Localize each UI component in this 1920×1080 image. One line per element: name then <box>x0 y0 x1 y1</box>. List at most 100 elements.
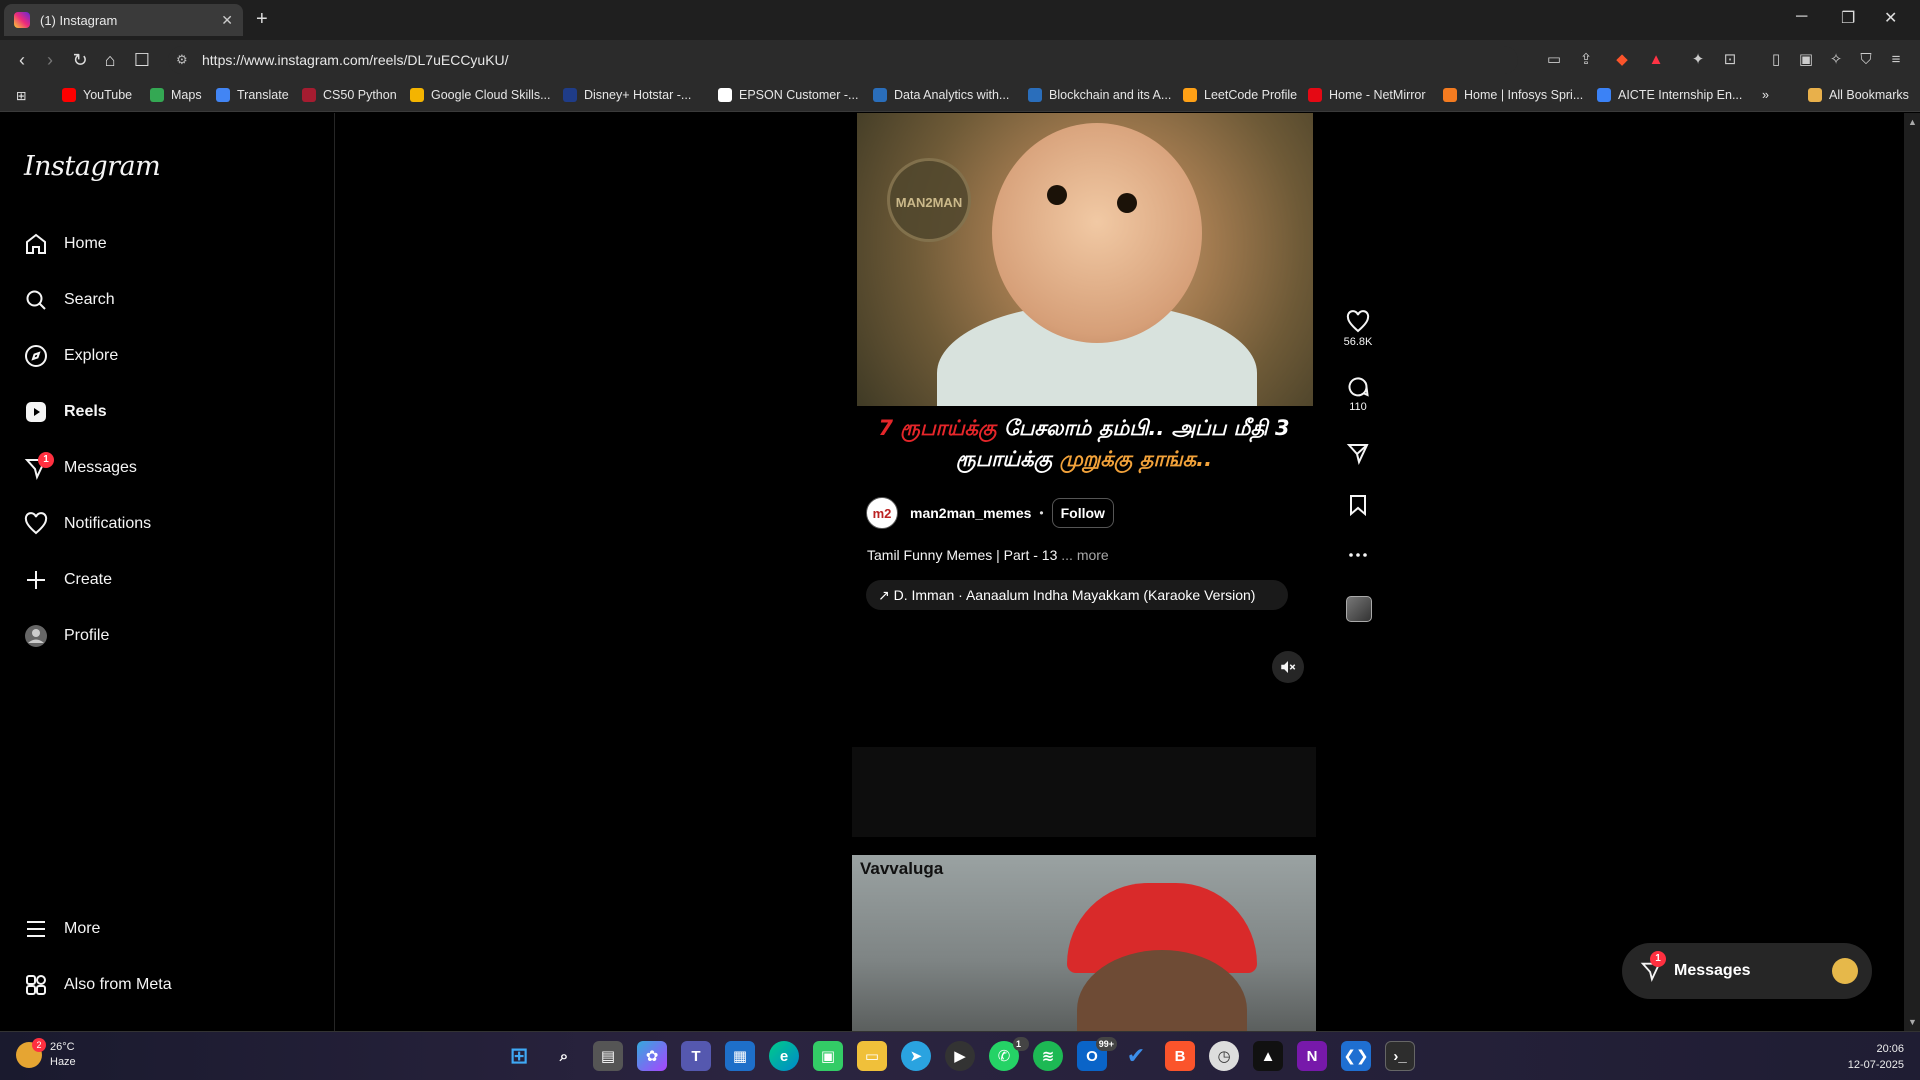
more-bookmarks-chevron-icon[interactable]: » <box>1762 88 1769 102</box>
scroll-down-arrow-icon[interactable]: ▼ <box>1908 1017 1917 1027</box>
new-tab-button[interactable]: + <box>256 8 268 31</box>
back-icon[interactable]: ‹ <box>12 50 32 70</box>
file-explorer-icon[interactable]: ▭ <box>857 1041 887 1071</box>
outlook-icon[interactable]: O 99+ <box>1077 1037 1117 1071</box>
bookmark-blockchain[interactable]: Blockchain and its A... <box>1028 88 1171 102</box>
scroll-up-arrow-icon[interactable]: ▲ <box>1908 117 1917 127</box>
sidebar-item-explore[interactable]: Explore <box>24 340 118 372</box>
messages-float-label: Messages <box>1674 962 1751 979</box>
clock-app-icon[interactable]: ◷ <box>1209 1041 1239 1071</box>
taskbar-search-icon[interactable]: ⌕ <box>549 1041 579 1071</box>
bookmark-label: Maps <box>171 88 202 102</box>
more-options-button[interactable] <box>1338 543 1378 567</box>
sidebar-toggle-icon[interactable]: ▯ <box>1766 50 1786 70</box>
description-more-link[interactable]: ... more <box>1057 547 1108 563</box>
browser-tab-instagram[interactable]: (1) Instagram ✕ <box>4 4 243 36</box>
bookmark-epson[interactable]: EPSON Customer -... <box>718 88 858 102</box>
brave-icon[interactable]: B <box>1165 1041 1195 1071</box>
telegram-icon[interactable]: ➤ <box>901 1041 931 1071</box>
author-username[interactable]: man2man_memes <box>910 505 1031 521</box>
instagram-logo[interactable]: Instagram <box>24 151 161 182</box>
follow-button[interactable]: Follow <box>1051 498 1114 528</box>
next-reel-video[interactable]: Vavvaluga <box>852 855 1316 1031</box>
bookmark-aicte[interactable]: AICTE Internship En... <box>1597 88 1742 102</box>
sidebar-item-more[interactable]: More <box>24 913 100 945</box>
forward-icon[interactable]: › <box>40 50 60 70</box>
weather-widget[interactable]: 2 26°C Haze <box>16 1038 76 1070</box>
wallet-icon[interactable]: ▣ <box>1796 50 1816 70</box>
audio-track-link[interactable]: ↗ D. Imman · Aanaalum Indha Mayakkam (Ka… <box>866 580 1288 610</box>
page-scrollbar[interactable]: ▲ ▼ <box>1904 113 1920 1031</box>
bookmark-google-cloud[interactable]: Google Cloud Skills... <box>410 88 551 102</box>
sidebar-item-messages[interactable]: 1 Messages <box>24 452 137 484</box>
address-url: https://www.instagram.com/reels/DL7uECCy… <box>202 52 509 68</box>
bookmark-maps[interactable]: Maps <box>150 88 202 102</box>
menu-icon[interactable]: ≡ <box>1886 50 1906 70</box>
edge-icon[interactable]: e <box>769 1041 799 1071</box>
brave-rewards-icon[interactable]: ▲ <box>1646 50 1666 70</box>
comment-button[interactable]: 110 <box>1338 375 1378 413</box>
store-icon[interactable]: ▣ <box>813 1041 843 1071</box>
spotify-icon[interactable]: ≋ <box>1033 1041 1063 1071</box>
bookmark-youtube[interactable]: YouTube <box>62 88 132 102</box>
whatsapp-icon[interactable]: ✆ 1 <box>989 1037 1029 1071</box>
restore-window-button[interactable]: ❐ <box>1841 8 1855 28</box>
bookmark-infosys[interactable]: Home | Infosys Spri... <box>1443 88 1583 102</box>
windows-start-icon[interactable]: ⊞ <box>504 1041 534 1071</box>
media-player-icon[interactable]: ▶ <box>945 1041 975 1071</box>
sidebar-item-also-from-meta[interactable]: Also from Meta <box>24 969 172 1001</box>
site-info-icon[interactable]: ⚙ <box>176 52 192 68</box>
sidebar-item-profile[interactable]: Profile <box>24 620 109 652</box>
all-bookmarks-folder[interactable]: All Bookmarks <box>1808 88 1909 102</box>
task-view-icon[interactable]: ▤ <box>593 1041 623 1071</box>
sidebar-item-home[interactable]: Home <box>24 228 107 260</box>
widgets-app-icon[interactable]: ▦ <box>725 1041 755 1071</box>
leo-ai-icon[interactable]: ✧ <box>1826 50 1846 70</box>
sidebar-item-reels[interactable]: Reels <box>24 396 107 428</box>
home-browser-icon[interactable]: ⌂ <box>100 50 120 70</box>
share-icon[interactable]: ⇪ <box>1576 50 1596 70</box>
brave-shields-icon[interactable]: ◆ <box>1612 50 1632 70</box>
sidebar-item-create[interactable]: Create <box>24 564 112 596</box>
bookmark-cs50[interactable]: CS50 Python <box>302 88 397 102</box>
audio-thumbnail[interactable] <box>1346 596 1372 622</box>
sidebar-item-search[interactable]: Search <box>24 284 115 316</box>
bookmark-hotstar[interactable]: Disney+ Hotstar -... <box>563 88 691 102</box>
sidebar-item-notifications[interactable]: Notifications <box>24 508 151 540</box>
bookmark-data-analytics[interactable]: Data Analytics with... <box>873 88 1009 102</box>
bookmark-leetcode[interactable]: LeetCode Profile <box>1183 88 1297 102</box>
minimize-window-button[interactable]: ─ <box>1796 8 1807 26</box>
close-tab-icon[interactable]: ✕ <box>221 12 233 29</box>
hamburger-icon <box>24 917 48 941</box>
reel-video[interactable]: MAN2MAN <box>857 113 1313 406</box>
taskbar-clock[interactable]: 20:06 12-07-2025 <box>1848 1041 1904 1073</box>
copilot-icon[interactable]: ✿ <box>637 1041 667 1071</box>
vscode-icon[interactable]: ❮❯ <box>1341 1041 1371 1071</box>
vpn-icon[interactable]: ⛉ <box>1856 50 1876 70</box>
apps-grid-icon[interactable]: ⊞ <box>16 88 26 103</box>
messages-floating-button[interactable]: 1 Messages <box>1622 943 1872 999</box>
cast-icon[interactable]: ▭ <box>1544 50 1564 70</box>
mute-toggle-button[interactable] <box>1272 651 1304 683</box>
reload-icon[interactable]: ↻ <box>70 50 90 70</box>
teams-icon[interactable]: T <box>681 1041 711 1071</box>
tab-search-icon[interactable]: ⊡ <box>1720 50 1740 70</box>
like-button[interactable]: 56.8K <box>1338 310 1378 348</box>
share-button[interactable] <box>1338 441 1378 465</box>
sidebar-item-label: Explore <box>64 347 119 364</box>
terminal-icon[interactable]: ›_ <box>1385 1041 1415 1071</box>
windows-taskbar: 2 26°C Haze ⊞ ⌕ ▤ ✿ T ▦ e ▣ ▭ ➤ ▶ ✆ 1 ≋ O… <box>0 1031 1920 1080</box>
close-window-button[interactable]: ✕ <box>1884 8 1897 28</box>
address-bar[interactable]: ⚙ https://www.instagram.com/reels/DL7uEC… <box>168 46 1518 74</box>
todo-icon[interactable]: ✔ <box>1121 1041 1151 1071</box>
bookmark-page-icon[interactable]: ☐ <box>132 50 152 70</box>
onenote-icon[interactable]: N <box>1297 1041 1327 1071</box>
adobe-acrobat-icon[interactable]: ▲ <box>1253 1041 1283 1071</box>
save-button[interactable] <box>1338 493 1378 517</box>
nptel-icon <box>873 88 887 102</box>
sidebar-item-label: Home <box>64 235 107 252</box>
extensions-icon[interactable]: ✦ <box>1688 50 1708 70</box>
bookmark-translate[interactable]: Translate <box>216 88 289 102</box>
author-avatar[interactable]: m2 <box>866 497 898 529</box>
bookmark-netmirror[interactable]: Home - NetMirror <box>1308 88 1426 102</box>
